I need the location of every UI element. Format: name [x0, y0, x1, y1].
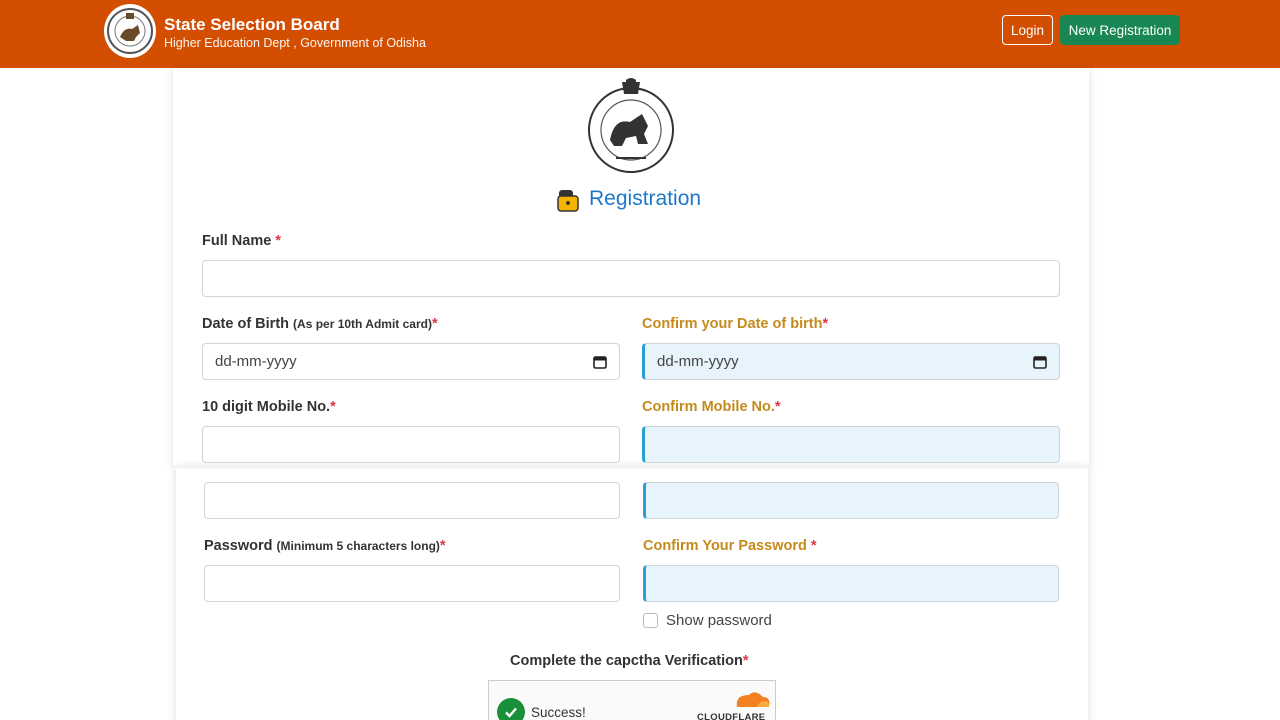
odisha-government-emblem-icon [586, 78, 676, 176]
top-navbar: State Selection Board Higher Education D… [0, 0, 1280, 68]
user-lock-icon [557, 190, 579, 212]
password-input[interactable] [204, 565, 620, 602]
dob-label: Date of Birth (As per 10th Admit card)* [202, 316, 438, 332]
login-button[interactable]: Login [1002, 15, 1053, 45]
site-title: State Selection Board [164, 14, 340, 34]
confirm-password-label: Confirm Your Password * [643, 538, 817, 554]
confirm-mobile-input[interactable] [642, 426, 1060, 463]
confirm-mobile-label: Confirm Mobile No.* [642, 399, 781, 415]
full-name-label: Full Name * [202, 233, 281, 249]
confirm-password-input[interactable] [643, 565, 1059, 602]
site-subtitle: Higher Education Dept , Government of Od… [164, 35, 426, 50]
screenshot-seam [173, 466, 1089, 470]
cloudflare-text: CLOUDFLARE [697, 712, 766, 720]
brand[interactable]: State Selection Board Higher Education D… [104, 4, 426, 58]
show-password-checkbox[interactable] [643, 613, 658, 628]
success-check-icon [497, 698, 525, 720]
show-password-label[interactable]: Show password [666, 612, 772, 629]
page-title: Registration [589, 187, 702, 210]
calendar-icon[interactable] [593, 355, 607, 369]
new-registration-button[interactable]: New Registration [1060, 15, 1180, 45]
calendar-icon[interactable] [1033, 355, 1047, 369]
cloudflare-captcha-widget[interactable]: Success! CLOUDFLARE [488, 680, 776, 720]
confirm-dob-input[interactable]: dd-mm-yyyy [642, 343, 1060, 380]
password-label: Password (Minimum 5 characters long)* [204, 538, 446, 554]
full-name-input[interactable] [202, 260, 1060, 297]
confirm-email-input[interactable] [643, 482, 1059, 519]
registration-heading: Registration [556, 186, 701, 212]
mobile-label: 10 digit Mobile No.* [202, 399, 336, 415]
mobile-input[interactable] [202, 426, 620, 463]
cloudflare-cloud-icon [736, 692, 770, 707]
dob-input[interactable]: dd-mm-yyyy [202, 343, 620, 380]
confirm-dob-label: Confirm your Date of birth* [642, 316, 829, 332]
email-input[interactable] [204, 482, 620, 519]
captcha-status: Success! [531, 705, 586, 720]
captcha-label: Complete the capctha Verification* [510, 653, 749, 669]
cloudflare-logo: CLOUDFLARE [697, 691, 771, 720]
odisha-emblem-icon [104, 4, 156, 58]
